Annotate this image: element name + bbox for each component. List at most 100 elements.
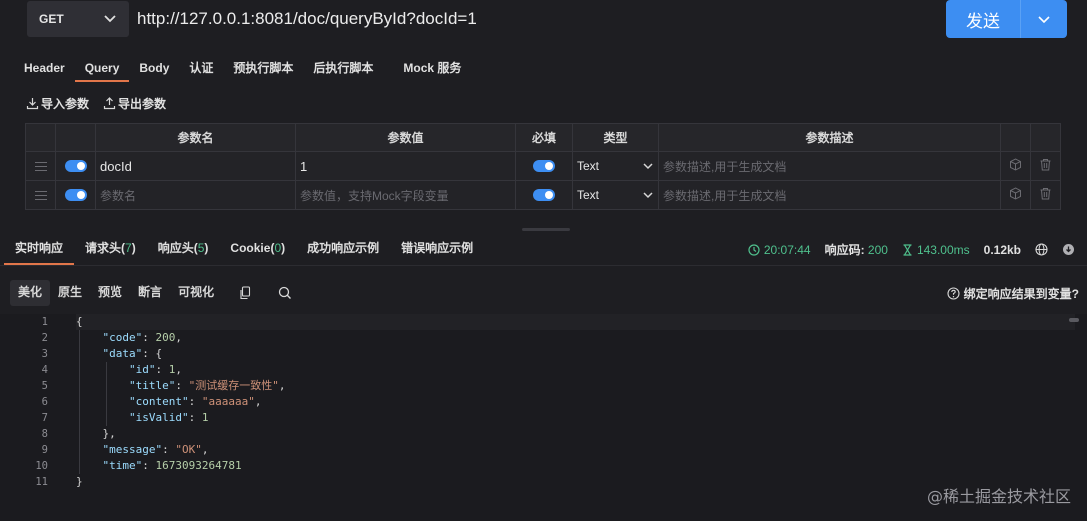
tab-pre-script[interactable]: 预执行脚本 (223, 58, 303, 82)
import-params-button[interactable]: 导入参数 (26, 95, 89, 112)
json-punct: } (76, 475, 83, 488)
tab-body[interactable]: Body (129, 58, 179, 82)
json-punct: : { (142, 347, 163, 360)
tab-header[interactable]: Header (14, 58, 75, 82)
params-table: 参数名 参数值 必填 类型 参数描述 docId 1 Text 参数描述,用于生… (25, 123, 1061, 210)
line-number: 8 (41, 428, 48, 440)
method-select[interactable]: GET (27, 1, 129, 37)
panel-splitter[interactable] (522, 228, 570, 231)
view-tab-pretty[interactable]: 美化 (10, 280, 51, 306)
line-number: 6 (41, 396, 48, 408)
drag-handle[interactable] (25, 151, 56, 181)
search-button[interactable] (276, 284, 294, 302)
cube-button[interactable] (1000, 180, 1031, 210)
cube-icon (1010, 187, 1021, 200)
type-label: Text (577, 159, 600, 173)
table-row-new: 参数名 参数值，支持Mock字段变量 Text 参数描述,用于生成文档 (25, 180, 1061, 210)
export-params-button[interactable]: 导出参数 (103, 95, 166, 112)
request-bar: GET 发送 (0, 0, 1087, 44)
drag-handle-icon (30, 161, 51, 171)
view-tab-raw[interactable]: 原生 (50, 280, 90, 306)
param-name-placeholder[interactable]: 参数名 (100, 189, 136, 203)
globe-icon[interactable] (1035, 243, 1048, 256)
line-number: 9 (41, 444, 48, 456)
header-type: 类型 (572, 123, 659, 152)
download-circle-icon[interactable] (1062, 243, 1075, 256)
delete-button[interactable] (1030, 180, 1061, 210)
code-area[interactable]: { "code": 200, "data": { "id": 1, "title… (76, 314, 1075, 490)
table-header-row: 参数名 参数值 必填 类型 参数描述 (25, 123, 1061, 152)
line-number: 10 (35, 460, 48, 472)
code-line: "title": "测试缓存一致性", (76, 378, 1075, 394)
view-tab-assert[interactable]: 断言 (130, 280, 170, 306)
view-tab-visualize[interactable]: 可视化 (170, 280, 222, 306)
tab-mock[interactable]: Mock 服务 (393, 58, 471, 82)
chevron-down-icon (104, 15, 116, 23)
bind-response-link[interactable]: 绑定响应结果到变量? (947, 285, 1079, 302)
enable-toggle[interactable] (64, 189, 87, 201)
tab-query[interactable]: Query (74, 58, 130, 82)
view-tab-preview[interactable]: 预览 (90, 280, 130, 306)
chevron-down-icon (643, 163, 653, 170)
json-string: "OK" (175, 443, 202, 456)
cube-button[interactable] (1000, 151, 1031, 181)
tab-post-script[interactable]: 后执行脚本 (303, 58, 393, 82)
copy-button[interactable] (236, 284, 254, 302)
code-line: "code": 200, (76, 330, 1075, 346)
upload-icon (103, 97, 116, 110)
json-key: "content" (128, 395, 189, 408)
param-value[interactable]: 1 (300, 159, 307, 174)
status-label: 响应码: (824, 243, 865, 257)
watermark: @稀土掘金技术社区 (926, 487, 1071, 506)
line-number-gutter: 1 2 3 4 5 6 7 8 9 10 11 (0, 314, 60, 490)
tab-realtime-response[interactable]: 实时响应 (4, 236, 75, 265)
response-editor[interactable]: 1 2 3 4 5 6 7 8 9 10 11 { "code": 200, "data": { "… (0, 314, 1087, 521)
url-input[interactable] (129, 1, 940, 37)
tab-label: 请求头 (85, 241, 122, 255)
response-time: 20:07:44 (748, 243, 811, 257)
param-name[interactable]: docId (100, 159, 132, 174)
tab-count: 0 (274, 241, 282, 255)
json-punct: : (162, 443, 176, 456)
drag-handle[interactable] (25, 180, 56, 210)
tab-success-example[interactable]: 成功响应示例 (296, 236, 390, 265)
param-desc[interactable]: 参数描述,用于生成文档 (663, 160, 786, 174)
param-desc-placeholder[interactable]: 参数描述,用于生成文档 (663, 189, 786, 203)
param-actions: 导入参数 导出参数 (26, 95, 166, 112)
tab-error-example[interactable]: 错误响应示例 (390, 236, 484, 265)
code-line: "content": "aaaaaa", (76, 394, 1075, 410)
line-number: 4 (41, 364, 48, 376)
bind-link-label: 绑定响应结果到变量? (963, 287, 1079, 301)
header-handle (25, 123, 56, 152)
json-punct: , (201, 443, 209, 456)
header-value: 参数值 (295, 123, 516, 152)
type-label: Text (577, 188, 600, 202)
json-key: "id" (128, 363, 156, 376)
response-size: 0.12kb (983, 242, 1021, 257)
chevron-down-icon (643, 192, 653, 199)
line-number: 11 (35, 476, 48, 488)
tab-cookie[interactable]: Cookie(0) (219, 236, 296, 265)
drag-handle-icon (30, 190, 51, 200)
type-select[interactable]: Text (572, 180, 659, 210)
scrollbar-thumb[interactable] (1069, 318, 1079, 322)
json-punct: }, (102, 427, 116, 440)
json-punct: : (155, 363, 169, 376)
tab-label: Cookie (230, 241, 271, 255)
tab-response-headers[interactable]: 响应头(5) (147, 236, 220, 265)
type-select[interactable]: Text (572, 151, 659, 181)
tab-auth[interactable]: 认证 (179, 58, 223, 82)
json-punct: : (142, 331, 156, 344)
tab-count: 5 (197, 241, 205, 255)
delete-button[interactable] (1030, 151, 1061, 181)
required-toggle[interactable] (533, 160, 555, 172)
tab-request-headers[interactable]: 请求头(7) (74, 236, 147, 265)
param-value-placeholder[interactable]: 参数值，支持Mock字段变量 (300, 189, 449, 203)
enable-toggle[interactable] (64, 160, 87, 172)
required-toggle[interactable] (533, 189, 555, 201)
response-duration: 143.00ms (902, 243, 970, 257)
send-dropdown[interactable] (1021, 12, 1067, 26)
code-line: "data": { (76, 346, 1075, 362)
send-button[interactable]: 发送 (946, 0, 1067, 38)
json-number: 1 (201, 411, 209, 424)
